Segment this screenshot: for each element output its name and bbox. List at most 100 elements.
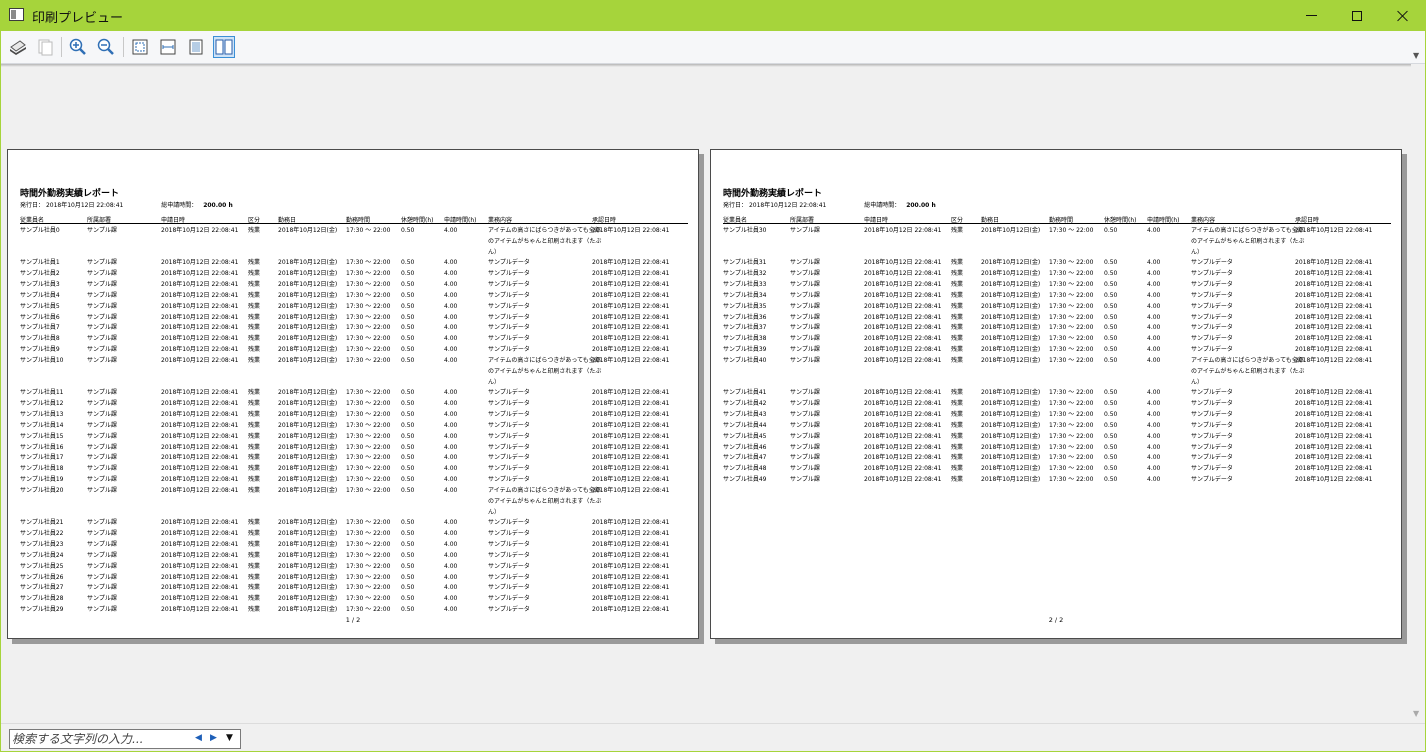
two-page-icon	[215, 39, 233, 55]
table-cell: 17:30 ～ 22:00	[346, 606, 391, 614]
search-prev-icon[interactable]: ◀	[195, 733, 202, 743]
table-cell: 2018年10月12日 22:08:41	[592, 259, 670, 267]
search-options-dropdown-icon[interactable]: ▼	[226, 733, 233, 743]
zoom-in-button[interactable]	[67, 36, 89, 58]
copy-button[interactable]	[34, 36, 56, 58]
table-cell: サンプルデータ	[1191, 432, 1233, 440]
table-cell: サンプルデータ	[488, 313, 530, 321]
table-cell: 17:30 ～ 22:00	[346, 595, 391, 603]
table-cell: サンプル課	[87, 281, 117, 289]
table-cell: 4.00	[444, 324, 458, 332]
column-header: 勤務日	[278, 217, 297, 224]
table-row: サンプル社員10 サンプル課 2018年10月12日 22:08:41 残業 2018年…	[20, 356, 688, 388]
table-cell: サンプル課	[87, 432, 117, 440]
minimize-button[interactable]	[1288, 0, 1334, 31]
table-cell: 残業	[248, 562, 261, 570]
table-cell: 残業	[248, 465, 261, 473]
table-cell: 0.50	[401, 573, 415, 581]
table-cell: 2018年10月12日 22:08:41	[864, 335, 942, 343]
table-cell: 残業	[248, 551, 261, 559]
scroll-down-icon[interactable]: ▼	[1413, 709, 1419, 718]
table-cell: 2018年10月12日 22:08:41	[592, 443, 670, 451]
table-cell: サンプル社員24	[20, 551, 64, 559]
table-cell: 0.50	[1104, 227, 1118, 234]
table-cell: 2018年10月12日 22:08:41	[1295, 313, 1373, 321]
table-cell: サンプル課	[87, 530, 117, 538]
fit-page-button[interactable]	[129, 36, 151, 58]
table-cell: サンプルデータ	[1191, 313, 1233, 321]
column-header: 承認日時	[1295, 217, 1320, 224]
table-cell: 残業	[951, 411, 964, 419]
table-cell: 2018年10月12日 22:08:41	[592, 551, 670, 559]
table-cell: サンプルデータ	[488, 432, 530, 440]
maximize-button[interactable]	[1334, 0, 1380, 31]
table-cell: 2018年10月12日 22:08:41	[161, 530, 239, 538]
table-cell: アイテムの高さにばらつきがあっても全部のアイテムがちゃんと印刷されます（たぶん）	[488, 356, 602, 386]
table-cell: 2018年10月12日 22:08:41	[1295, 400, 1373, 408]
table-cell: サンプルデータ	[488, 281, 530, 289]
table-cell: サンプルデータ	[1191, 454, 1233, 462]
table-cell: 4.00	[444, 291, 458, 299]
report-rows: サンプル社員0 サンプル課 2018年10月12日 22:08:41 残業 2018年1…	[20, 226, 688, 616]
column-header: 勤務時間	[346, 217, 371, 224]
table-cell: サンプル社員30	[723, 227, 767, 234]
table-cell: 残業	[248, 389, 261, 397]
table-cell: 4.00	[1147, 259, 1161, 267]
table-cell: 4.00	[1147, 281, 1161, 289]
table-cell: 残業	[951, 389, 964, 397]
two-page-button[interactable]	[213, 36, 235, 58]
print-icon	[10, 40, 26, 55]
table-cell: 2018年10月12日 22:08:41	[161, 291, 239, 299]
table-cell: 17:30 ～ 22:00	[1049, 291, 1094, 299]
table-cell: 残業	[248, 432, 261, 440]
table-cell: 17:30 ～ 22:00	[1049, 324, 1094, 332]
table-cell: サンプル社員42	[723, 400, 767, 408]
table-cell: 2018年10月12日 22:08:41	[161, 400, 239, 408]
scroll-up-icon[interactable]: ▼	[1413, 51, 1419, 60]
table-row: サンプル社員32 サンプル課 2018年10月12日 22:08:41 残業 2018年…	[723, 269, 1391, 280]
table-cell: サンプル課	[790, 465, 820, 473]
table-cell: 残業	[951, 421, 964, 429]
preview-window: ▼ 時間外勤務実績レポート 発行日： 2018年10月12日 22:08:41 …	[1, 31, 1425, 751]
table-cell: 0.50	[401, 335, 415, 343]
table-cell: サンプル社員29	[20, 606, 64, 614]
table-cell: サンプルデータ	[488, 259, 530, 267]
table-cell: サンプル社員39	[723, 346, 767, 354]
fit-width-button[interactable]	[157, 36, 179, 58]
zoom-in-icon	[69, 38, 86, 55]
table-cell: 残業	[951, 302, 964, 310]
toolbar-separator	[123, 37, 124, 57]
single-page-button[interactable]	[185, 36, 207, 58]
print-button[interactable]	[7, 36, 29, 58]
zoom-out-button[interactable]	[95, 36, 117, 58]
table-cell: サンプル社員9	[20, 346, 60, 354]
table-cell: 4.00	[444, 476, 458, 484]
table-cell: 残業	[248, 291, 261, 299]
table-cell: 2018年10月12日 22:08:41	[161, 476, 239, 484]
table-cell: サンプル課	[87, 465, 117, 473]
report-page-1: 時間外勤務実績レポート 発行日： 2018年10月12日 22:08:41 総申…	[7, 149, 699, 639]
table-cell: 残業	[951, 443, 964, 451]
table-cell: 2018年10月12日(金)	[278, 519, 338, 527]
table-cell: サンプル社員31	[723, 259, 767, 267]
table-cell: サンプル社員20	[20, 486, 64, 494]
column-header: 所属部署	[790, 217, 815, 224]
table-cell: 2018年10月12日 22:08:41	[592, 324, 670, 332]
search-next-icon[interactable]: ▶	[210, 733, 217, 743]
table-cell: 2018年10月12日 22:08:41	[161, 573, 239, 581]
table-cell: サンプル社員28	[20, 595, 64, 603]
table-cell: 17:30 ～ 22:00	[346, 443, 391, 451]
search-input[interactable]	[12, 731, 190, 747]
table-cell: 17:30 ～ 22:00	[1049, 454, 1094, 462]
table-cell: 2018年10月12日(金)	[278, 302, 338, 310]
table-cell: 2018年10月12日 22:08:41	[864, 270, 942, 278]
table-cell: サンプルデータ	[1191, 281, 1233, 289]
table-cell: 残業	[248, 281, 261, 289]
table-cell: サンプル社員32	[723, 270, 767, 278]
close-button[interactable]	[1380, 0, 1426, 31]
table-cell: 2018年10月12日(金)	[278, 389, 338, 397]
table-cell: サンプルデータ	[488, 573, 530, 581]
table-cell: サンプル課	[790, 454, 820, 462]
table-cell: 0.50	[401, 595, 415, 603]
table-cell: サンプル社員46	[723, 443, 767, 451]
